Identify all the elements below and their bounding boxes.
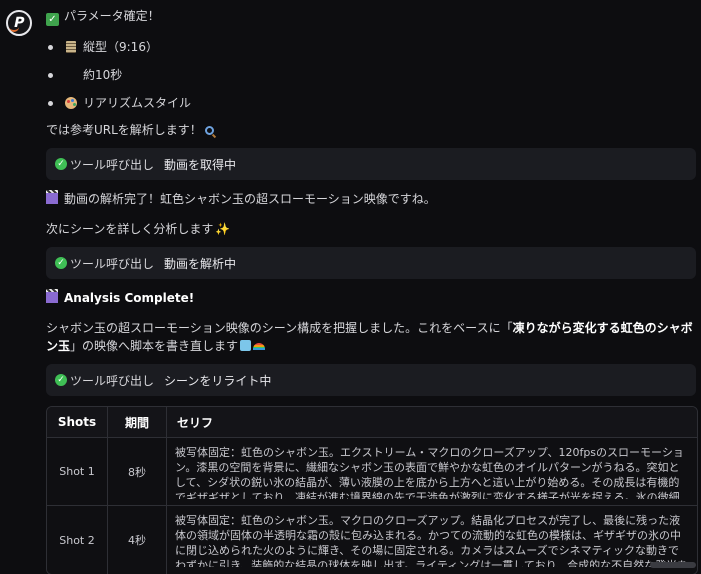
confirm-line: ✓ パラメータ確定！ [46, 7, 160, 26]
table-horizontal-scrollbar[interactable] [650, 562, 696, 568]
tool-call-rewrite[interactable]: ✓ ツール呼び出し シーンをリライト中 [46, 364, 696, 396]
intro-line: では参考URLを解析します！ [46, 121, 214, 139]
confirm-title: パラメータ確定！ [64, 9, 160, 23]
tool-call-label: ツール呼び出し [70, 373, 155, 388]
list-item: 縦型（9:16） [46, 38, 191, 66]
tool-call-action: 動画を解析中 [164, 256, 237, 271]
tool-call-analyze[interactable]: ✓ ツール呼び出し 動画を解析中 [46, 247, 696, 279]
table-row: Shot 2 4秒 被写体固定：虹色のシャボン玉。マクロのクローズアップ。結晶化… [47, 506, 697, 574]
shot-cell: Shot 2 [47, 506, 108, 574]
calendar-icon [64, 38, 78, 56]
next-scene-line: 次にシーンを詳しく分析します ✨ [46, 222, 231, 236]
list-item: リアリズムスタイル [46, 94, 191, 122]
dialogue-cell: 被写体固定：虹色のシャボン玉。マクロのクローズアップ。結晶化プロセスが完了し、最… [167, 506, 697, 574]
header-shots: Shots [47, 407, 108, 438]
check-circle-icon: ✓ [55, 158, 67, 170]
dialogue-cell: 被写体固定：虹色のシャボン玉。エクストリーム・マクロのクローズアップ、120fp… [167, 438, 697, 506]
logo-arc [9, 27, 19, 32]
intro-text: では参考URLを解析します！ [46, 123, 202, 137]
header-dialogue: セリフ [167, 407, 697, 438]
tool-call-action: 動画を取得中 [164, 157, 237, 172]
param-list: 縦型（9:16） 約10秒 リアリズムスタイル [46, 38, 191, 122]
header-duration: 期間 [108, 407, 167, 438]
shots-table: Shots 期間 セリフ Shot 1 8秒 被写体固定：虹色のシャボン玉。エク… [46, 406, 698, 574]
ice-cube-icon [240, 340, 252, 351]
duration-cell: 4秒 [108, 506, 167, 574]
clapperboard-icon [46, 289, 58, 303]
summary-paragraph: シャボン玉の超スローモーション映像のシーン構成を把握しました。これをベースに「凍… [46, 321, 693, 353]
check-mark-icon: ✓ [46, 13, 59, 26]
magnifier-icon [204, 126, 214, 135]
tool-call-fetch[interactable]: ✓ ツール呼び出し 動画を取得中 [46, 148, 696, 180]
tool-call-label: ツール呼び出し [70, 256, 155, 271]
tool-call-action: シーンをリライト中 [164, 373, 272, 388]
sparkle-icon: ✨ [215, 222, 231, 236]
table-header-row: Shots 期間 セリフ [47, 407, 697, 438]
tool-call-label: ツール呼び出し [70, 157, 155, 172]
list-item: 約10秒 [46, 66, 191, 94]
assistant-avatar: P [6, 10, 32, 36]
analysis-done-line: 動画の解析完了！虹色シャボン玉の超スローモーション映像ですね。 [46, 190, 436, 208]
rainbow-icon [253, 343, 266, 350]
table-row: Shot 1 8秒 被写体固定：虹色のシャボン玉。エクストリーム・マクロのクロー… [47, 438, 697, 506]
palette-icon [64, 94, 78, 112]
clapperboard-icon [46, 190, 58, 204]
shot-cell: Shot 1 [47, 438, 108, 506]
duration-cell: 8秒 [108, 438, 167, 506]
check-circle-icon: ✓ [55, 374, 67, 386]
check-circle-icon: ✓ [55, 257, 67, 269]
analysis-complete-heading: Analysis Complete! [46, 289, 194, 307]
